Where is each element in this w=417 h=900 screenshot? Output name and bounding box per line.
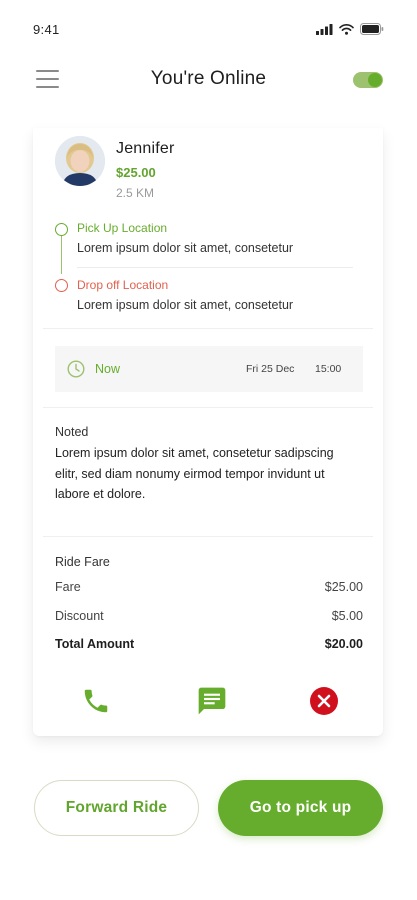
discount-row: Discount $5.00 xyxy=(55,609,363,627)
chat-icon xyxy=(198,687,226,715)
pickup-address: Lorem ipsum dolor sit amet, consetetur xyxy=(77,241,294,255)
divider xyxy=(43,328,373,329)
header: You're Online xyxy=(0,58,417,102)
rider-price: $25.00 xyxy=(116,165,156,180)
status-time: 9:41 xyxy=(33,22,60,37)
wifi-icon xyxy=(339,23,354,35)
schedule-date: Fri 25 Dec xyxy=(246,363,295,375)
divider xyxy=(43,536,373,537)
total-row: Total Amount $20.00 xyxy=(55,637,363,655)
fare-value: $25.00 xyxy=(324,580,363,594)
close-circle-icon xyxy=(310,687,338,715)
ride-request-card: Jennifer $25.00 2.5 KM Pick Up Location … xyxy=(33,128,383,736)
rider-distance: 2.5 KM xyxy=(116,186,155,200)
notes-title: Noted xyxy=(55,425,89,439)
status-icons xyxy=(316,23,384,35)
fare-title: Ride Fare xyxy=(55,555,110,569)
schedule-time: 15:00 xyxy=(315,363,342,375)
route-line xyxy=(61,236,62,274)
fare-label: Fare xyxy=(55,580,81,594)
rider-photo xyxy=(55,136,105,186)
online-toggle[interactable] xyxy=(353,72,383,88)
call-button[interactable] xyxy=(79,684,113,718)
discount-label: Discount xyxy=(55,609,104,623)
dropoff-address: Lorem ipsum dolor sit amet, consetetur xyxy=(77,298,294,312)
message-button[interactable] xyxy=(195,684,229,718)
schedule-box: Now Fri 25 Dec 15:00 xyxy=(55,346,363,392)
pickup-label: Pick Up Location xyxy=(77,221,168,235)
rider-name: Jennifer xyxy=(116,140,175,157)
battery-icon xyxy=(360,23,384,35)
action-bar xyxy=(33,684,383,724)
dropoff-label: Drop off Location xyxy=(77,278,169,292)
status-bar: 9:41 xyxy=(0,0,417,48)
dropoff-dot-icon xyxy=(55,279,68,292)
pickup-dot-icon xyxy=(55,223,68,236)
schedule-now: Now xyxy=(95,362,121,376)
fare-row: Fare $25.00 xyxy=(55,580,363,598)
cancel-button[interactable] xyxy=(307,684,341,718)
total-label: Total Amount xyxy=(55,637,135,651)
discount-value: $5.00 xyxy=(331,609,363,623)
total-value: $20.00 xyxy=(324,637,363,651)
avatar xyxy=(55,136,105,186)
forward-ride-button[interactable]: Forward Ride xyxy=(34,780,199,836)
signal-icon xyxy=(316,23,333,35)
phone-icon xyxy=(84,689,108,713)
clock-icon xyxy=(67,360,85,378)
divider xyxy=(43,407,373,408)
route-divider xyxy=(77,267,353,268)
toggle-knob xyxy=(368,73,382,87)
notes-body: Lorem ipsum dolor sit amet, consetetur s… xyxy=(55,446,334,501)
go-to-pickup-button[interactable]: Go to pick up xyxy=(218,780,383,836)
